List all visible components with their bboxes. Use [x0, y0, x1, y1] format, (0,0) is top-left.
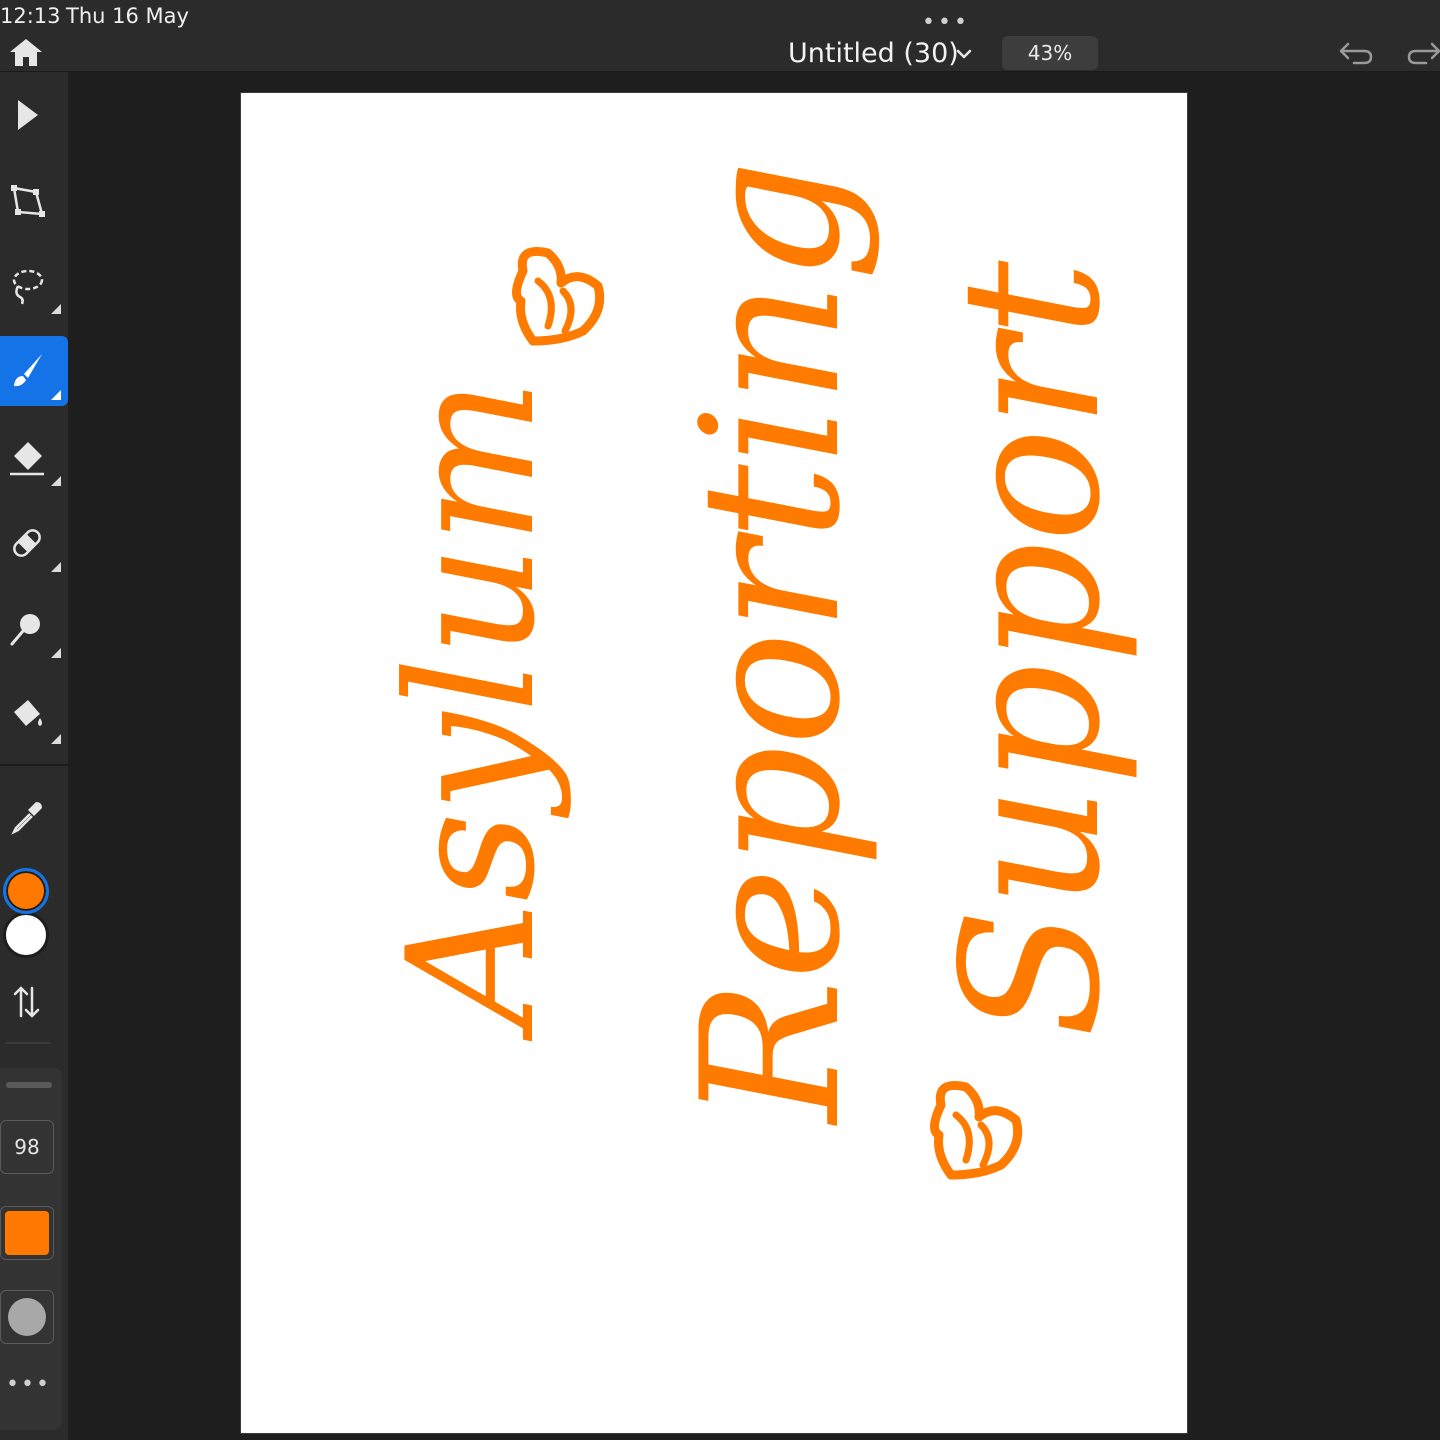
submenu-indicator — [51, 304, 61, 314]
eyedropper-tool[interactable] — [0, 782, 68, 852]
brush-size-field[interactable]: 98 — [0, 1120, 54, 1174]
eyedropper-icon — [11, 802, 42, 835]
home-icon[interactable] — [6, 36, 46, 68]
heart-doodle — [930, 1081, 1023, 1180]
brush-icon — [14, 354, 42, 387]
arrow-cursor-icon — [18, 100, 38, 130]
lasso-tool[interactable] — [0, 250, 68, 320]
document-title[interactable]: Untitled (30) — [788, 38, 959, 69]
submenu-indicator — [51, 734, 61, 744]
top-bar: 12:13 Thu 16 May ••• Untitled (30) 43% — [0, 0, 1440, 72]
canvas-text-line-2: Reporting — [661, 159, 882, 1123]
submenu-indicator — [51, 562, 61, 572]
redo-icon[interactable] — [1404, 38, 1440, 68]
transform-tool[interactable] — [0, 166, 68, 236]
brush-tool[interactable] — [0, 336, 68, 406]
multitask-menu-icon[interactable]: ••• — [922, 10, 970, 35]
brush-color-swatch — [5, 1211, 49, 1255]
status-time: 12:13 — [0, 4, 61, 28]
chevron-down-icon[interactable] — [952, 44, 976, 64]
submenu-indicator — [51, 648, 61, 658]
canvas-text-line-3: Support — [921, 260, 1142, 1038]
eraser-icon — [10, 442, 44, 476]
brush-color-button[interactable] — [0, 1206, 54, 1260]
canvas-text-line-1: Asylum — [371, 378, 574, 1028]
status-date: Thu 16 May — [66, 4, 189, 28]
brush-opacity-button[interactable] — [0, 1290, 54, 1344]
paint-bucket-icon — [14, 700, 42, 726]
healing-tool[interactable] — [0, 508, 68, 578]
bandage-icon — [13, 529, 41, 557]
undo-icon[interactable] — [1336, 38, 1376, 68]
heart-doodle — [512, 247, 605, 346]
panel-handle[interactable] — [6, 1082, 52, 1088]
fill-tool[interactable] — [0, 680, 68, 750]
zoom-level[interactable]: 43% — [1002, 36, 1098, 70]
toolbar-divider — [0, 764, 68, 766]
opacity-indicator — [8, 1298, 46, 1336]
select-tool[interactable] — [0, 80, 68, 150]
lasso-icon — [12, 269, 44, 305]
smudge-icon — [10, 614, 40, 646]
swap-colors-icon[interactable] — [10, 984, 42, 1020]
submenu-indicator — [51, 390, 61, 400]
background-color-swatch[interactable] — [3, 912, 49, 958]
transform-icon — [11, 185, 45, 217]
more-options-icon[interactable]: ••• — [6, 1372, 51, 1397]
foreground-color-swatch[interactable] — [3, 868, 49, 914]
toolbar-separator — [6, 1042, 50, 1044]
artboard[interactable]: Asylum Reporting Support — [240, 92, 1188, 1434]
eraser-tool[interactable] — [0, 422, 68, 492]
smudge-tool[interactable] — [0, 594, 68, 664]
submenu-indicator — [51, 476, 61, 486]
